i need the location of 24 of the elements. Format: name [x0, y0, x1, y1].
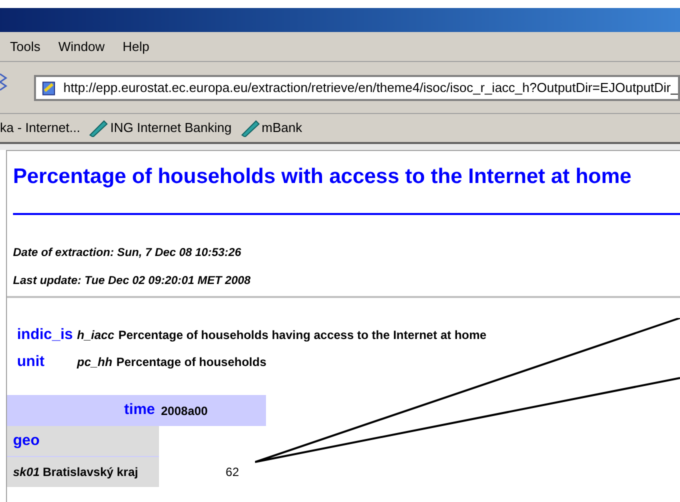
table-cell-text: 62 — [224, 464, 239, 481]
header-cell: time — [7, 395, 159, 426]
menu-item[interactable]: Help — [122, 36, 150, 56]
row-label: Bratislavský kraj — [42, 464, 138, 481]
bookmark-link[interactable]: ka - Internet... — [0, 118, 80, 138]
page-title: Percentage of households with access to the Internet at home — [13, 164, 632, 190]
last-update: Last update: Tue Dec 02 09:20:01 MET 2008 — [13, 274, 252, 289]
dimension-code: h_iacc — [77, 327, 114, 344]
extraction-date: Date of extraction: Sun, 7 Dec 08 10:53:26 — [13, 246, 242, 260]
bookmark-link[interactable]: mBank — [262, 118, 302, 138]
address-field[interactable]: http://epp.eurostat.ec.europa.eu/extraction/retrieve/en/theme4/isoc/isoc_r_iacc_h?OutputDir=EJOutputDir_ — [34, 74, 680, 100]
bookmark-link[interactable]: ING Internet Banking — [110, 118, 232, 138]
header-cell: 2008a00 — [159, 395, 266, 426]
page-icon — [40, 78, 58, 96]
dimension-name: unit — [17, 352, 46, 372]
url-text: http://epp.eurostat.ec.europa.eu/extraction/retrieve/en/theme4/isoc/isoc_r_iacc_h?OutputDir=EJOutputDir_ — [63, 78, 678, 97]
menu-item[interactable]: Window — [58, 36, 105, 56]
dimension-name: indic_is — [17, 325, 74, 345]
dimension-code: pc_hh — [77, 354, 112, 370]
dimension-label: Percentage of households — [116, 354, 266, 370]
dimension-label: Percentage of households having access to the Internet at home — [118, 327, 486, 344]
header-cell: geo — [7, 426, 159, 457]
row-code: sk01 — [13, 464, 40, 481]
menu-item[interactable]: Tools — [10, 36, 40, 56]
